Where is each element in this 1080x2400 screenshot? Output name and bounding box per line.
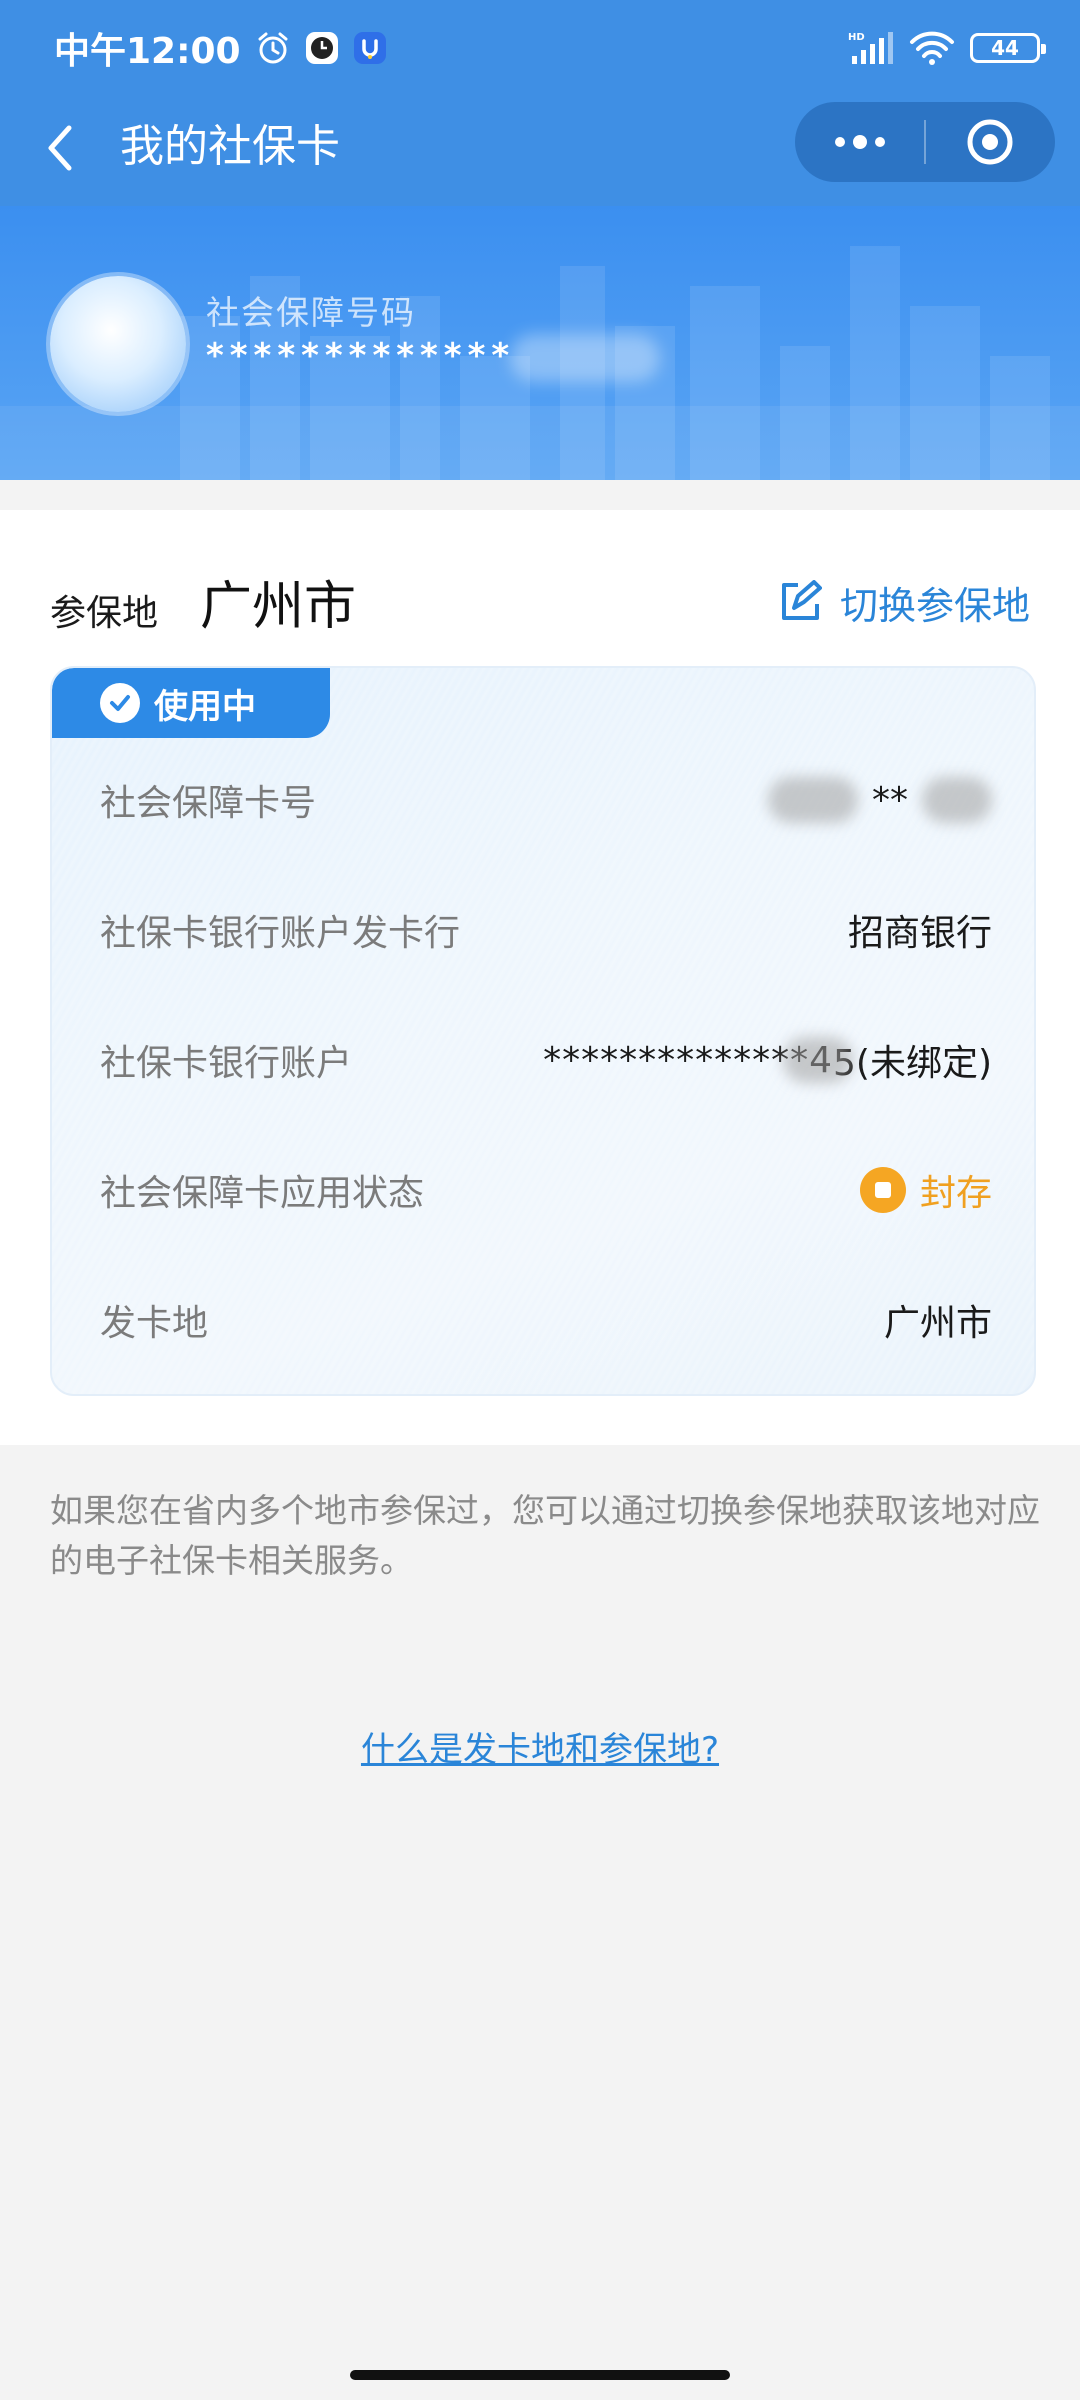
switch-region-button[interactable]: 切换参保地 <box>778 574 1030 630</box>
ssn-label: 社会保障号码 <box>206 293 416 332</box>
status-right: HD 44 <box>848 26 1046 70</box>
back-button[interactable] <box>30 118 90 178</box>
shield-app-icon <box>353 31 387 65</box>
region-row: 参保地 广州市 切换参保地 <box>50 556 1030 646</box>
chevron-left-icon <box>48 125 72 171</box>
page-title: 我的社保卡 <box>120 121 340 172</box>
bank-account-row: 社保卡银行账户 **************4 5(未绑定) <box>100 1030 992 1090</box>
insured-region-section: 参保地 广州市 切换参保地 使用中 社会保障卡号 ** 社保卡银行账户发卡行 招… <box>0 510 1080 1445</box>
check-icon <box>100 683 140 723</box>
clock-app-icon <box>305 31 339 65</box>
mini-program-capsule <box>795 102 1055 182</box>
ssn-redaction <box>510 334 660 382</box>
social-security-card: 使用中 社会保障卡号 ** 社保卡银行账户发卡行 招商银行 社保卡银行账户 **… <box>50 666 1036 1396</box>
signal-icon: HD <box>848 30 894 66</box>
region-label: 参保地 <box>50 593 159 634</box>
card-status-text: 封存 <box>919 1173 992 1214</box>
issue-place-value: 广州市 <box>883 1303 992 1344</box>
info-note: 如果您在省内多个地市参保过，您可以通过切换参保地获取该地对应的电子社保卡相关服务… <box>50 1491 1040 1580</box>
card-number-visible: ** <box>872 779 908 821</box>
issuing-bank-label: 社保卡银行账户发卡行 <box>100 913 461 954</box>
bank-account-value: **************4 5(未绑定) <box>543 1034 992 1086</box>
card-number-value: ** <box>768 777 992 823</box>
sealed-status-icon <box>859 1167 906 1213</box>
card-status-row: 社会保障卡应用状态 封存 <box>100 1160 992 1220</box>
more-dots-icon <box>834 135 885 149</box>
alarm-icon <box>255 30 291 66</box>
bank-account-status: 5(未绑定) <box>833 1043 992 1084</box>
status-bar: 中午12:00 HD 44 <box>0 0 1080 94</box>
home-indicator[interactable] <box>350 2370 730 2380</box>
edit-icon <box>781 580 822 620</box>
bank-account-redaction <box>783 1037 853 1083</box>
redaction-left <box>768 777 858 823</box>
card-status-value: 封存 <box>859 1164 992 1216</box>
wifi-icon <box>908 30 956 66</box>
status-left: 中午12:00 <box>54 22 387 74</box>
in-use-badge: 使用中 <box>52 668 330 738</box>
redaction-right <box>922 777 992 823</box>
close-mini-program-button[interactable] <box>926 102 1055 182</box>
more-button[interactable] <box>795 102 924 182</box>
ssn-value: ************* <box>206 336 516 376</box>
card-number-row: 社会保障卡号 ** <box>100 770 992 830</box>
issuing-bank-row: 社保卡银行账户发卡行 招商银行 <box>100 900 992 960</box>
svg-text:HD: HD <box>848 32 865 43</box>
bank-account-label: 社保卡银行账户 <box>100 1043 353 1084</box>
target-circle-icon <box>967 119 1013 165</box>
avatar <box>50 276 186 412</box>
top-bar: 中午12:00 HD 44 我的社保卡 <box>0 0 1080 206</box>
region-value: 广州市 <box>200 577 357 637</box>
issue-place-row: 发卡地 广州市 <box>100 1290 992 1350</box>
nav-bar: 我的社保卡 <box>0 94 1080 206</box>
profile-banner: 社会保障号码 ************* <box>0 206 1080 480</box>
help-link[interactable]: 什么是发卡地和参保地? <box>0 1722 1080 1771</box>
card-number-label: 社会保障卡号 <box>100 783 317 824</box>
battery-icon: 44 <box>970 33 1046 63</box>
status-time: 中午12:00 <box>54 31 241 72</box>
switch-region-label: 切换参保地 <box>839 583 1030 628</box>
issuing-bank-value: 招商银行 <box>847 913 992 954</box>
in-use-label: 使用中 <box>154 686 256 727</box>
issue-place-label: 发卡地 <box>100 1303 209 1344</box>
card-status-label: 社会保障卡应用状态 <box>100 1173 425 1214</box>
